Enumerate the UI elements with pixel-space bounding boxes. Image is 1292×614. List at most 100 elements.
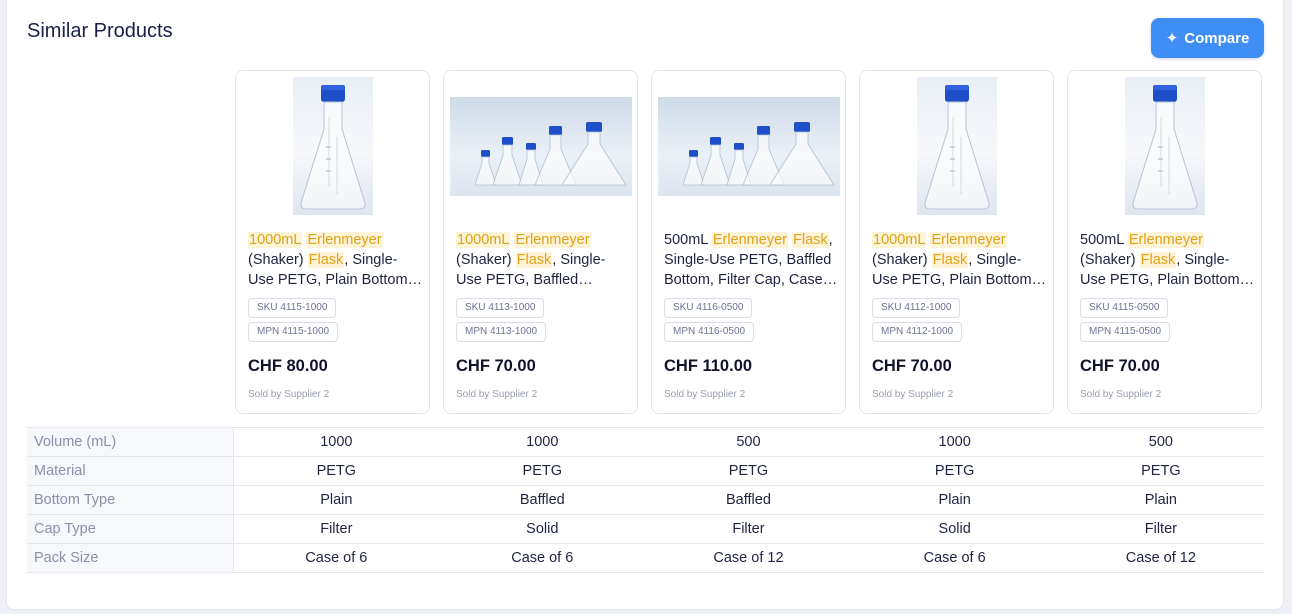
spec-value: 1000	[851, 427, 1058, 457]
product-card[interactable]: 1000mL Erlenmeyer (Shaker) Flask, Single…	[859, 70, 1054, 414]
mpn-badge: MPN 4115-1000	[248, 322, 339, 342]
spec-row: Bottom Type Plain Baffled Baffled Plain Plain	[27, 485, 1264, 515]
search-highlight: Flask	[515, 252, 553, 268]
spec-value: Solid	[439, 514, 646, 544]
product-price: CHF 70.00	[1080, 357, 1160, 375]
flask-family-image[interactable]	[657, 97, 840, 196]
spec-label: Material	[27, 456, 234, 486]
search-highlight: Flask	[931, 252, 969, 268]
sold-by-label: Sold by Supplier 2	[248, 389, 330, 400]
product-image-wrap	[1068, 77, 1261, 216]
spec-row: Pack Size Case of 6 Case of 6 Case of 12 Cas…	[27, 543, 1264, 573]
product-name[interactable]: 1000mL Erlenmeyer (Shaker) Flask, Single…	[456, 230, 631, 290]
search-highlight: 1000mL	[456, 232, 511, 248]
spec-label: Pack Size	[27, 543, 234, 573]
compare-button-label: Compare	[1184, 29, 1250, 47]
product-name-text: 500mL	[1080, 232, 1128, 248]
search-highlight: Erlenmeyer	[514, 232, 591, 248]
flask-image[interactable]	[1124, 77, 1205, 215]
spec-comparison-table: Volume (mL) 1000 1000 500 1000 500 Material PET…	[27, 427, 1264, 573]
spec-value: Case of 6	[439, 543, 646, 573]
spec-label: Bottom Type	[27, 485, 234, 515]
product-name-text: 500mL	[664, 232, 712, 248]
spec-row: Volume (mL) 1000 1000 500 1000 500	[27, 427, 1264, 457]
spec-value: PETG	[233, 456, 440, 486]
product-name-text: (Shaker)	[1080, 252, 1140, 268]
product-card[interactable]: 1000mL Erlenmeyer (Shaker) Flask, Single…	[443, 70, 638, 414]
spec-value: Solid	[851, 514, 1058, 544]
spec-value: Case of 12	[645, 543, 852, 573]
spec-value: Filter	[645, 514, 852, 544]
product-name[interactable]: 1000mL Erlenmeyer (Shaker) Flask, Single…	[248, 230, 423, 290]
spec-value: Filter	[233, 514, 440, 544]
sold-by-label: Sold by Supplier 2	[1080, 389, 1162, 400]
product-name[interactable]: 500mL Erlenmeyer Flask, Single-Use PETG,…	[664, 230, 839, 290]
spec-value: Baffled	[645, 485, 852, 515]
product-image-wrap	[236, 77, 429, 216]
spec-value: 500	[645, 427, 852, 457]
spec-row: Cap Type Filter Solid Filter Solid Filter	[27, 514, 1264, 544]
product-price: CHF 80.00	[248, 357, 328, 375]
spec-value: Plain	[1057, 485, 1264, 515]
search-highlight: Flask	[1139, 252, 1177, 268]
spec-value: Baffled	[439, 485, 646, 515]
search-highlight: Erlenmeyer	[1127, 232, 1204, 248]
search-highlight: Erlenmeyer	[930, 232, 1007, 248]
sold-by-label: Sold by Supplier 2	[872, 389, 954, 400]
product-price: CHF 70.00	[456, 357, 536, 375]
section-title: Similar Products	[27, 20, 173, 42]
search-highlight: 1000mL	[872, 232, 927, 248]
spec-value: Case of 6	[233, 543, 440, 573]
sku-badge: SKU 4112-1000	[872, 298, 961, 318]
sold-by-label: Sold by Supplier 2	[664, 389, 746, 400]
sku-badge: SKU 4115-0500	[1080, 298, 1169, 318]
spec-value: PETG	[1057, 456, 1264, 486]
sparkle-icon: ✦	[1165, 29, 1179, 47]
product-price: CHF 70.00	[872, 357, 952, 375]
search-highlight: Erlenmeyer	[711, 232, 788, 248]
product-name[interactable]: 1000mL Erlenmeyer (Shaker) Flask, Single…	[872, 230, 1047, 290]
spec-row: Material PETG PETG PETG PETG PETG	[27, 456, 1264, 486]
spec-value: 500	[1057, 427, 1264, 457]
mpn-badge: MPN 4115-0500	[1080, 322, 1171, 342]
mpn-badge: MPN 4112-1000	[872, 322, 963, 342]
product-image-wrap	[652, 77, 845, 216]
search-highlight: Flask	[307, 252, 345, 268]
product-cards: 1000mL Erlenmeyer (Shaker) Flask, Single…	[235, 70, 1262, 414]
product-image-wrap	[444, 77, 637, 216]
spec-value: PETG	[439, 456, 646, 486]
sku-badge: SKU 4116-0500	[664, 298, 753, 318]
spec-value: 1000	[439, 427, 646, 457]
search-highlight: Flask	[792, 232, 829, 248]
spec-label: Volume (mL)	[27, 427, 234, 457]
mpn-badge: MPN 4113-1000	[456, 322, 547, 342]
spec-value: PETG	[851, 456, 1058, 486]
compare-button[interactable]: ✦ Compare	[1151, 18, 1264, 58]
spec-value: Plain	[233, 485, 440, 515]
spec-label: Cap Type	[27, 514, 234, 544]
flask-image[interactable]	[916, 77, 997, 215]
product-card[interactable]: 500mL Erlenmeyer (Shaker) Flask, Single-…	[1067, 70, 1262, 414]
product-card[interactable]: 1000mL Erlenmeyer (Shaker) Flask, Single…	[235, 70, 430, 414]
flask-image[interactable]	[292, 77, 373, 215]
product-name[interactable]: 500mL Erlenmeyer (Shaker) Flask, Single-…	[1080, 230, 1255, 290]
product-price: CHF 110.00	[664, 357, 753, 375]
spec-value: Filter	[1057, 514, 1264, 544]
sku-badge: SKU 4115-1000	[248, 298, 337, 318]
mpn-badge: MPN 4116-0500	[664, 322, 755, 342]
search-highlight: Erlenmeyer	[306, 232, 383, 248]
spec-value: PETG	[645, 456, 852, 486]
sku-badge: SKU 4113-1000	[456, 298, 545, 318]
spec-value: Case of 12	[1057, 543, 1264, 573]
product-name-text: (Shaker)	[456, 252, 516, 268]
sold-by-label: Sold by Supplier 2	[456, 389, 538, 400]
similar-products-panel: Similar Products ✦ Compare 1000mL Erlenm…	[6, 0, 1284, 610]
spec-value: Case of 6	[851, 543, 1058, 573]
search-highlight: 1000mL	[248, 232, 303, 248]
product-image-wrap	[860, 77, 1053, 216]
spec-value: 1000	[233, 427, 440, 457]
product-card[interactable]: 500mL Erlenmeyer Flask, Single-Use PETG,…	[651, 70, 846, 414]
spec-value: Plain	[851, 485, 1058, 515]
product-name-text: (Shaker)	[248, 252, 308, 268]
flask-family-image[interactable]	[449, 97, 632, 196]
